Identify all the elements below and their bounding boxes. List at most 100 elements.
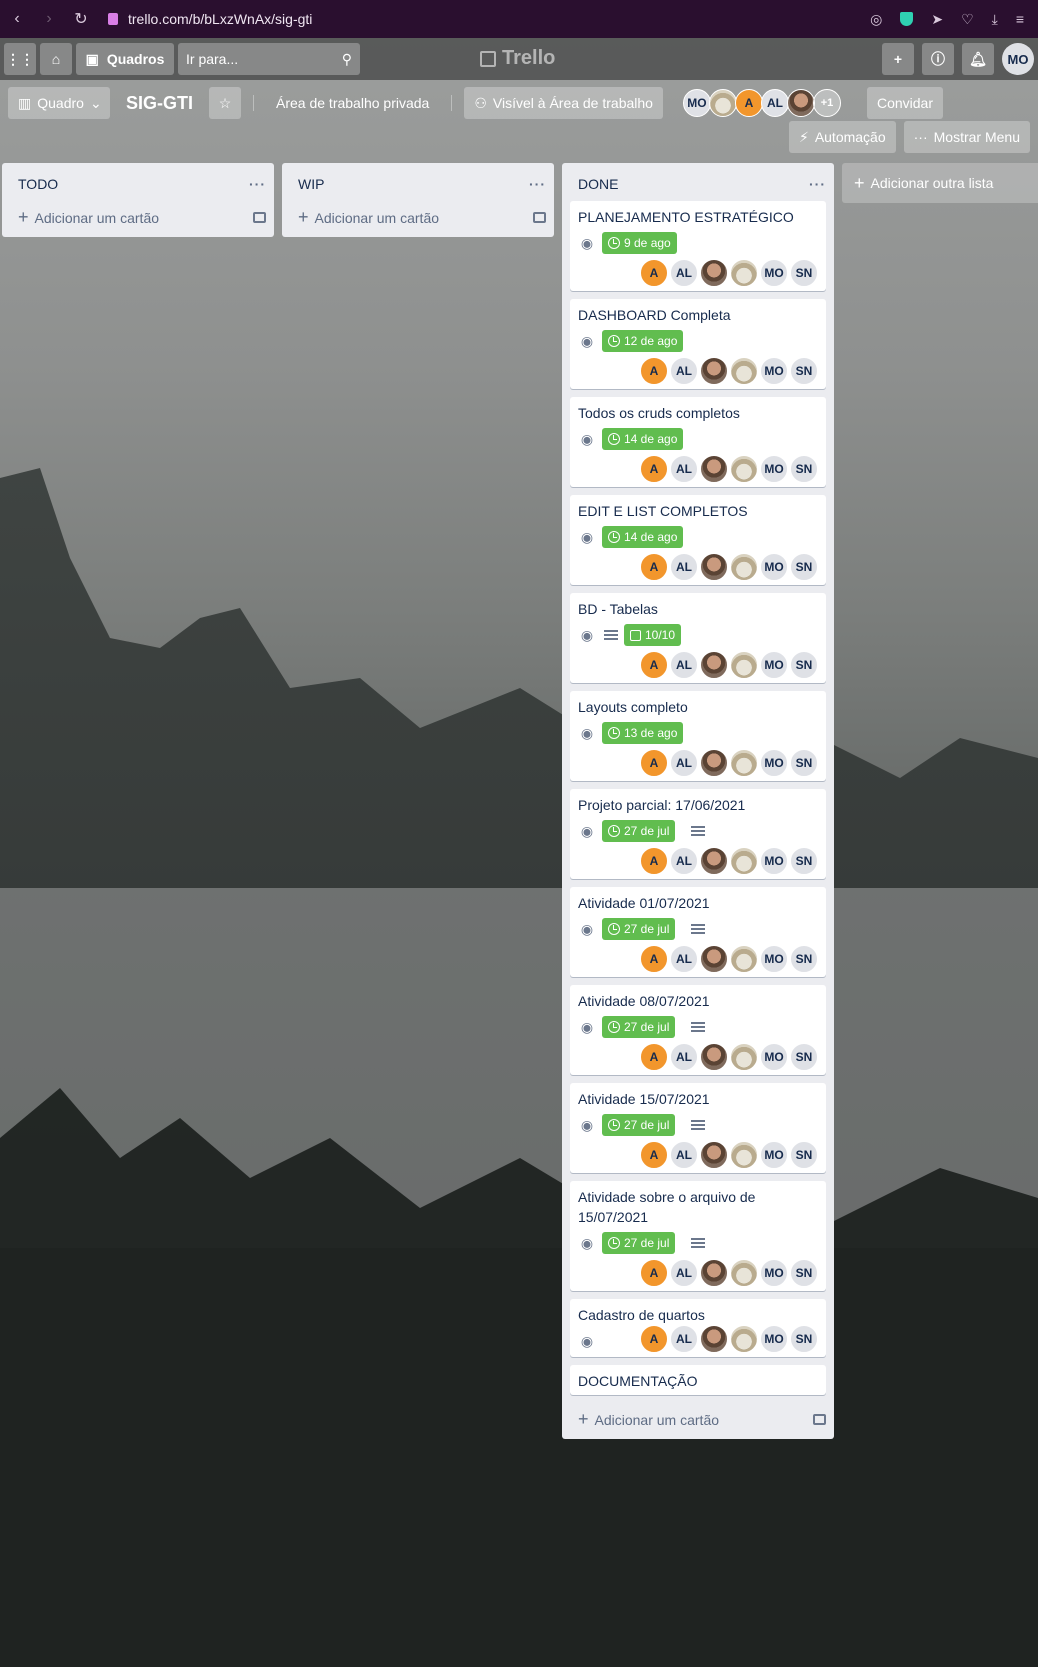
member-avatar[interactable] [730,553,758,581]
member-avatar[interactable]: A [640,553,668,581]
member-avatar[interactable]: MO [760,1259,788,1287]
card[interactable]: Cadastro de quartos ◉ A AL MO SN [570,1299,826,1357]
member-avatar[interactable] [730,259,758,287]
member-avatar[interactable]: MO [760,455,788,483]
board-title[interactable]: SIG-GTI [118,93,201,114]
member-avatar[interactable]: MO [760,1043,788,1071]
member-avatar[interactable]: AL [670,1043,698,1071]
trello-logo[interactable]: Trello [480,47,555,70]
due-date-badge[interactable]: 14 de ago [602,428,684,450]
member-avatar[interactable]: AL [670,1325,698,1353]
due-date-badge[interactable]: 27 de jul [602,918,676,940]
apps-button[interactable]: ⋮⋮ [4,43,36,75]
list-title[interactable]: WIP [298,176,324,192]
search-input[interactable]: Ir para... ⚲ [178,43,360,75]
add-card-button[interactable]: + Adicionar um cartão [282,201,554,237]
card[interactable]: DOCUMENTAÇÃO [570,1365,826,1395]
member-avatar[interactable]: SN [790,259,818,287]
member-avatar[interactable]: MO [760,847,788,875]
member-avatar[interactable]: SN [790,1141,818,1169]
list-menu-icon[interactable]: ··· [809,176,826,192]
member-avatar[interactable]: A [640,749,668,777]
card[interactable]: Atividade sobre o arquivo de 15/07/2021 ◉… [570,1181,826,1291]
member-avatar[interactable] [700,945,728,973]
member-avatar[interactable]: MO [760,259,788,287]
due-date-badge[interactable]: 9 de ago [602,232,677,254]
workspace-button[interactable]: Área de trabalho privada [266,87,439,119]
card[interactable]: Atividade 08/07/2021 ◉ 27 de jul A AL MO SN [570,985,826,1075]
card[interactable]: BD - Tabelas ◉ 10/10 A AL MO SN [570,593,826,683]
member-avatar[interactable]: A [640,1043,668,1071]
member-avatar[interactable]: A [640,455,668,483]
due-date-badge[interactable]: 14 de ago [602,526,684,548]
member-avatar[interactable]: SN [790,749,818,777]
member-avatar[interactable]: SN [790,1043,818,1071]
camera-icon[interactable]: ◎ [870,11,882,28]
card[interactable]: EDIT E LIST COMPLETOS ◉ 14 de ago A AL MO SN [570,495,826,585]
member-avatar[interactable] [700,1325,728,1353]
member-avatar[interactable]: A [640,1259,668,1287]
member-avatar[interactable] [730,945,758,973]
checklist-badge[interactable]: 10/10 [624,624,682,646]
member-avatar[interactable]: AL [670,1141,698,1169]
member-avatar[interactable]: SN [790,1259,818,1287]
member-avatar[interactable] [700,1259,728,1287]
member-avatar[interactable]: SN [790,1325,818,1353]
member-avatar[interactable]: A [640,651,668,679]
member-avatar[interactable]: MO [682,89,711,117]
list-menu-icon[interactable]: ··· [529,176,546,192]
member-avatar[interactable] [730,749,758,777]
visibility-button[interactable]: ⚇ Visível à Área de trabalho [464,87,663,119]
invite-button[interactable]: Convidar [866,87,943,119]
member-avatar[interactable]: A [640,1325,668,1353]
member-avatar[interactable] [730,357,758,385]
add-card-button[interactable]: + Adicionar um cartão [562,1403,834,1439]
member-avatar[interactable]: AL [670,357,698,385]
due-date-badge[interactable]: 27 de jul [602,1232,676,1254]
member-avatar[interactable] [700,749,728,777]
member-avatar[interactable] [700,1141,728,1169]
member-avatar[interactable] [708,89,737,117]
forward-icon[interactable]: › [42,10,56,28]
member-avatar[interactable]: AL [670,455,698,483]
member-avatar[interactable]: SN [790,553,818,581]
template-icon[interactable] [533,211,546,223]
member-avatar[interactable] [730,455,758,483]
member-avatar[interactable] [730,651,758,679]
member-avatar[interactable]: MO [760,1141,788,1169]
card[interactable]: Projeto parcial: 17/06/2021 ◉ 27 de jul A AL… [570,789,826,879]
create-button[interactable]: + [882,43,914,75]
member-avatar[interactable]: AL [670,945,698,973]
automation-button[interactable]: ⚡︎ Automação [788,121,896,153]
member-avatar[interactable]: A [640,847,668,875]
due-date-badge[interactable]: 12 de ago [602,330,684,352]
due-date-badge[interactable]: 27 de jul [602,820,676,842]
member-avatar[interactable] [730,1325,758,1353]
member-avatar[interactable]: SN [790,945,818,973]
member-avatar[interactable]: MO [760,651,788,679]
member-avatar[interactable]: AL [670,651,698,679]
member-avatar[interactable]: A [640,357,668,385]
menu-icon[interactable]: ≡ [1016,11,1024,27]
card[interactable]: DASHBOARD Completa ◉ 12 de ago A AL MO SN [570,299,826,389]
member-avatar[interactable] [730,1043,758,1071]
member-avatar[interactable]: AL [670,553,698,581]
due-date-badge[interactable]: 13 de ago [602,722,684,744]
view-switcher[interactable]: ▥ Quadro ⌄ [8,87,110,119]
member-avatar[interactable]: AL [760,89,789,117]
member-avatar[interactable]: MO [760,749,788,777]
home-button[interactable]: ⌂ [40,43,72,75]
boards-button[interactable]: ▣ Quadros [76,43,174,75]
card[interactable]: Atividade 01/07/2021 ◉ 27 de jul A AL MO SN [570,887,826,977]
star-button[interactable]: ☆ [209,87,241,119]
member-avatar[interactable] [730,847,758,875]
due-date-badge[interactable]: 27 de jul [602,1114,676,1136]
member-avatar[interactable]: A [640,259,668,287]
member-avatar[interactable] [700,847,728,875]
member-avatar[interactable] [730,1259,758,1287]
card[interactable]: PLANEJAMENTO ESTRATÉGICO ◉ 9 de ago A AL MO SN [570,201,826,291]
more-members-button[interactable]: +1 [812,89,841,117]
send-icon[interactable]: ➤ [931,11,943,28]
heart-icon[interactable]: ♡ [961,11,974,28]
member-avatar[interactable]: MO [760,553,788,581]
